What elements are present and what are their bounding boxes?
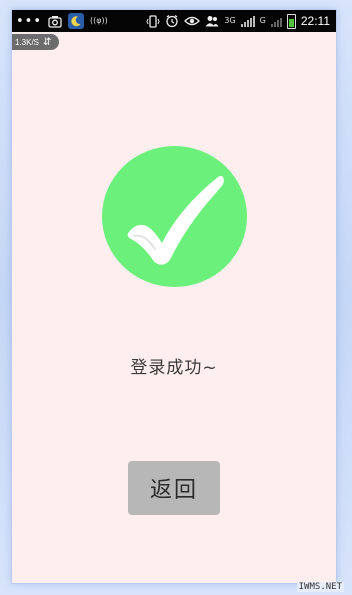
check-mark-icon <box>127 175 224 265</box>
vibrate-icon <box>146 13 160 29</box>
alarm-icon <box>165 13 179 29</box>
signal-strength-2-icon <box>270 15 282 27</box>
status-time: 22:11 <box>300 14 330 28</box>
night-mode-icon <box>68 13 85 29</box>
signal-subscript-label: G <box>259 16 266 25</box>
net-speed-indicator: 1.3K/S ⇵ <box>12 34 60 50</box>
status-bar-right: 3G G 22:11 <box>146 10 330 32</box>
network-type-label: 3G <box>224 16 236 25</box>
net-speed-value: 1.3K/S <box>15 37 40 47</box>
contacts-icon <box>205 13 219 29</box>
battery-icon <box>286 13 296 29</box>
screenshot-icon <box>48 13 62 29</box>
hotspot-icon: ((φ)) <box>90 16 108 25</box>
eye-icon <box>184 13 201 29</box>
status-bar: ••• ((φ)) 3G G 22:11 <box>12 10 336 32</box>
more-notifications-icon: ••• <box>16 13 43 29</box>
watermark-text: IWMS.NET <box>296 582 344 592</box>
success-badge <box>102 146 247 287</box>
back-button[interactable]: 返回 <box>128 461 220 515</box>
screenshot-frame: ••• ((φ)) 3G G 22:11 1.3K/S ⇵ 登录成功~ 返回 I… <box>0 0 352 595</box>
up-down-arrows-icon: ⇵ <box>43 36 52 48</box>
phone-screen: ••• ((φ)) 3G G 22:11 1.3K/S ⇵ 登录成功~ 返回 <box>12 10 336 583</box>
status-bar-left: ••• ((φ)) <box>16 10 108 32</box>
login-success-message: 登录成功~ <box>130 358 218 378</box>
signal-strength-icon <box>240 15 255 27</box>
